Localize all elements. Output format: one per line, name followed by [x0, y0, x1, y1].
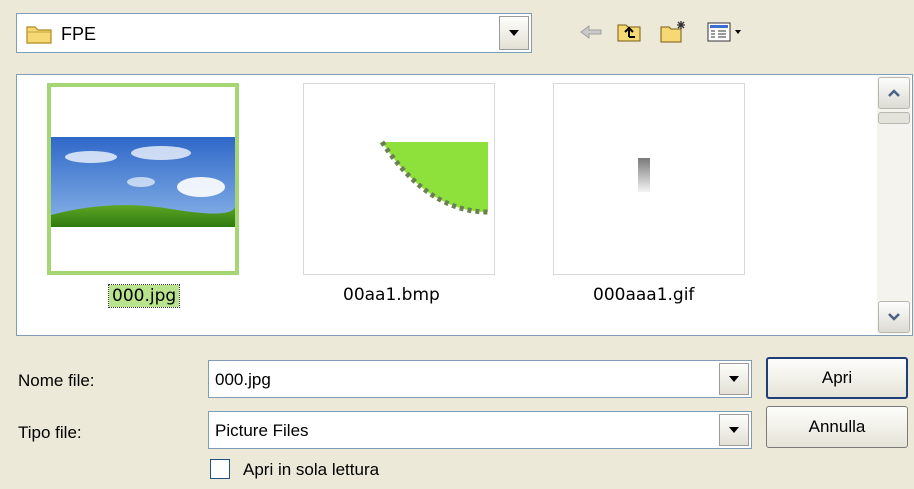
readonly-label[interactable]: Apri in sola lettura [243, 460, 379, 480]
filename-combo[interactable]: 000.jpg [208, 360, 752, 398]
chevron-down-icon [509, 30, 519, 36]
filename-dropdown-button[interactable] [719, 363, 749, 395]
filename-input[interactable]: 000.jpg [215, 370, 271, 390]
file-thumbnail[interactable] [553, 83, 745, 275]
gradient-bar-image [638, 158, 650, 192]
filetype-dropdown-button[interactable] [719, 414, 749, 446]
chevron-down-icon [888, 313, 900, 321]
filetype-value: Picture Files [215, 421, 309, 440]
filename-label: Nome file: [18, 371, 95, 390]
chevron-down-icon [729, 427, 739, 433]
vertical-scrollbar[interactable] [877, 76, 911, 334]
back-button[interactable] [575, 20, 609, 48]
look-in-dropdown-button[interactable] [499, 16, 529, 50]
new-folder-icon [658, 19, 688, 50]
file-name[interactable]: 000.jpg [107, 284, 181, 308]
chevron-down-icon [729, 376, 739, 382]
bliss-landscape-image [51, 137, 235, 227]
look-in-combo[interactable]: FPE [16, 13, 532, 53]
scroll-down-button[interactable] [878, 301, 910, 333]
back-arrow-icon [579, 23, 605, 46]
file-name[interactable]: 00aa1.bmp [343, 285, 440, 305]
green-shape-image [379, 140, 489, 215]
view-menu-icon [706, 20, 744, 49]
chevron-up-icon [888, 89, 900, 97]
look-in-value: FPE [61, 24, 97, 44]
folder-up-icon [615, 20, 643, 49]
open-button[interactable]: Apri [766, 357, 908, 399]
new-folder-button[interactable] [656, 20, 690, 48]
filetype-label: Tipo file: [18, 423, 82, 442]
view-menu-button[interactable] [703, 20, 747, 48]
folder-icon [25, 23, 53, 50]
filetype-combo[interactable]: Picture Files [208, 411, 752, 449]
cancel-button[interactable]: Annulla [766, 406, 908, 448]
scroll-thumb[interactable] [878, 112, 910, 124]
file-thumbnail[interactable] [303, 83, 495, 275]
file-name[interactable]: 000aaa1.gif [593, 285, 694, 305]
scroll-up-button[interactable] [878, 77, 910, 109]
file-thumbnail[interactable] [47, 83, 239, 275]
readonly-checkbox[interactable] [210, 459, 230, 479]
up-folder-button[interactable] [612, 20, 646, 48]
file-list[interactable]: 000.jpg 00aa1.bmp 000aaa1.gif [16, 74, 913, 336]
